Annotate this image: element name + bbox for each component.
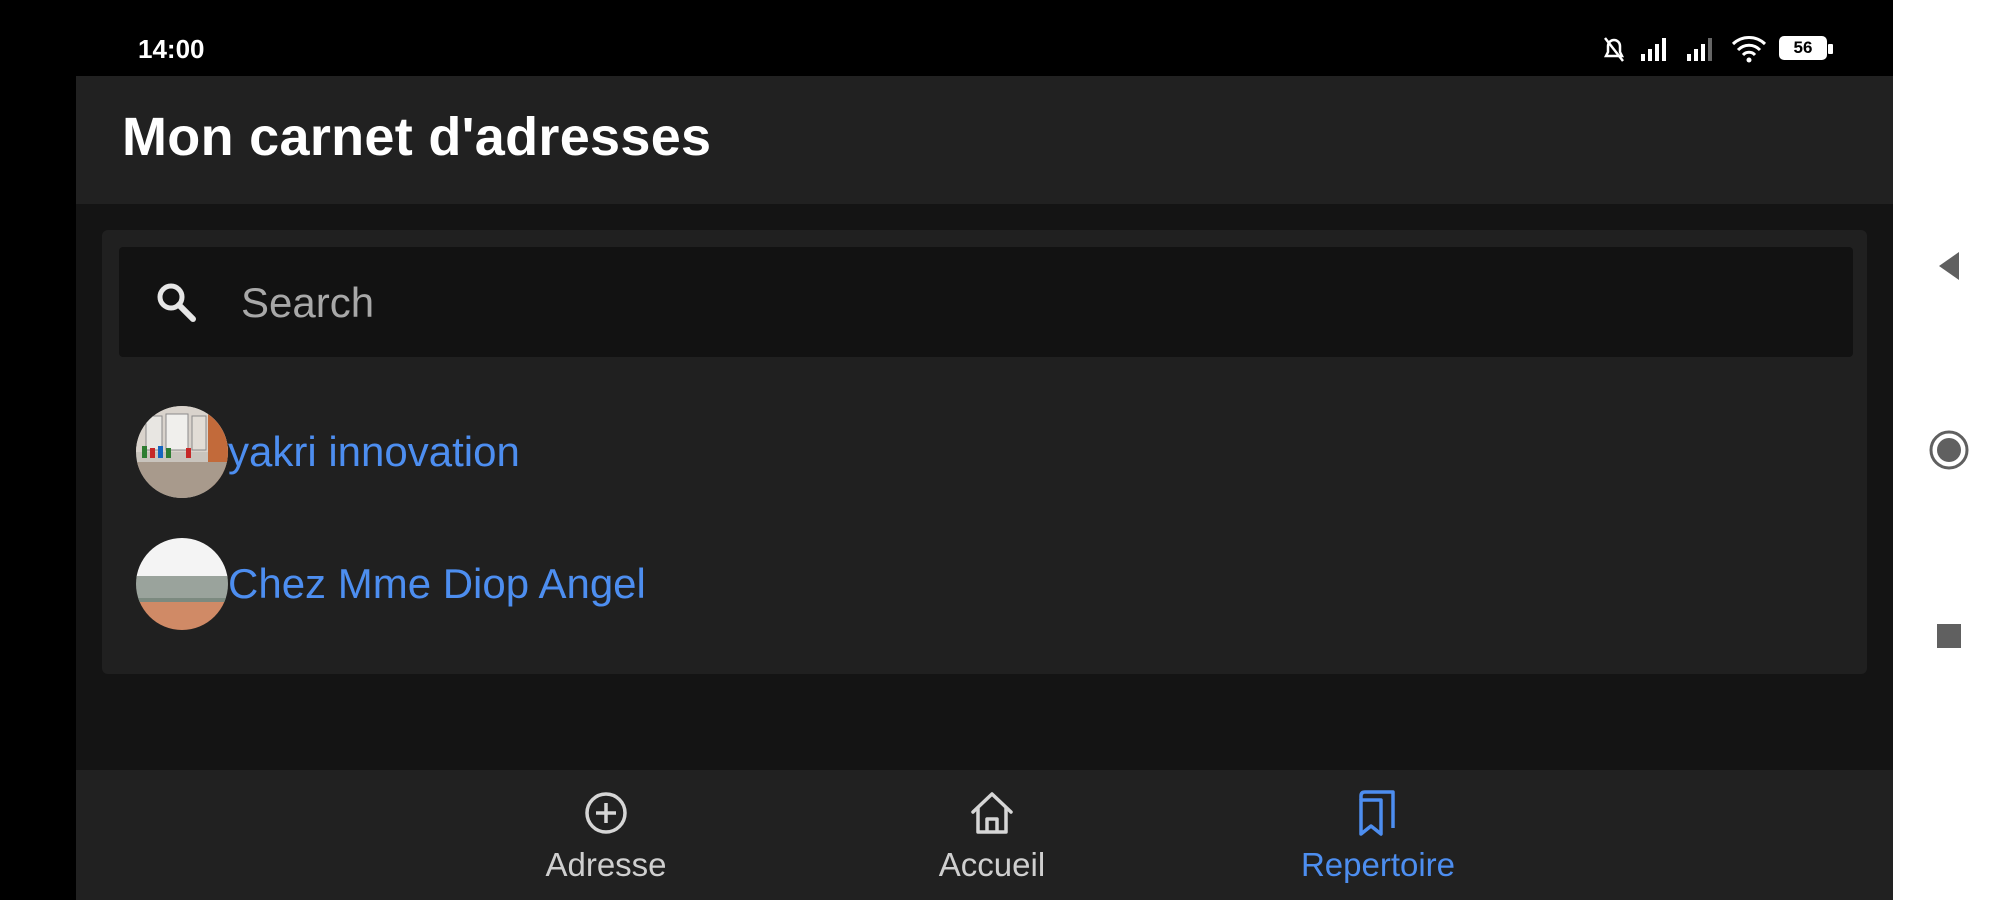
signal-icon (1641, 38, 1666, 61)
home-circle-icon[interactable] (1927, 428, 1971, 472)
wifi-icon (1731, 36, 1767, 63)
nav-item-accueil[interactable]: Accueil (872, 786, 1112, 890)
status-time: 14:00 (138, 34, 205, 64)
system-navigation-bar (1893, 0, 2003, 900)
status-icons: 56 (1601, 34, 1835, 64)
app-bar: Mon carnet d'adresses (76, 76, 1893, 204)
home-icon (971, 792, 1013, 834)
avatar (136, 406, 228, 498)
search-input[interactable] (239, 265, 1823, 341)
back-icon[interactable] (1927, 244, 1971, 288)
battery-level: 56 (1793, 38, 1813, 57)
battery-icon: 56 (1779, 36, 1835, 62)
main-content: yakri innovation Chez Mme Diop Angel (76, 204, 1893, 770)
search-icon (157, 283, 196, 322)
contact-name: yakri innovation (228, 428, 520, 475)
list-item-contact[interactable]: yakri innovation (136, 404, 520, 500)
page-title: Mon carnet d'adresses (122, 107, 712, 167)
nav-item-repertoire[interactable]: Repertoire (1258, 786, 1498, 890)
avatar (136, 538, 228, 630)
nav-label-repertoire: Repertoire (1300, 846, 1456, 883)
list-item-contact[interactable]: Chez Mme Diop Angel (136, 536, 646, 632)
status-bar: 14:00 56 (76, 0, 1893, 76)
add-circle-icon (585, 792, 627, 834)
app-screen: 14:00 56 Mon carnet d'adresses Search ya… (0, 0, 2003, 900)
left-black-strip (0, 0, 76, 900)
nav-item-adresse[interactable]: Adresse (486, 786, 726, 890)
signal-icon (1687, 38, 1712, 61)
contact-name: Chez Mme Diop Angel (228, 560, 646, 607)
search-bar[interactable] (119, 247, 1853, 357)
nav-label-adresse: Adresse (545, 846, 667, 883)
nav-label-accueil: Accueil (938, 846, 1046, 883)
mute-icon (1603, 37, 1625, 62)
bookmarks-icon (1359, 790, 1395, 836)
bottom-navigation: Adresse Accueil Repertoire (76, 770, 1893, 900)
recents-square-icon[interactable] (1927, 614, 1971, 658)
contacts-card: yakri innovation Chez Mme Diop Angel (102, 230, 1867, 674)
